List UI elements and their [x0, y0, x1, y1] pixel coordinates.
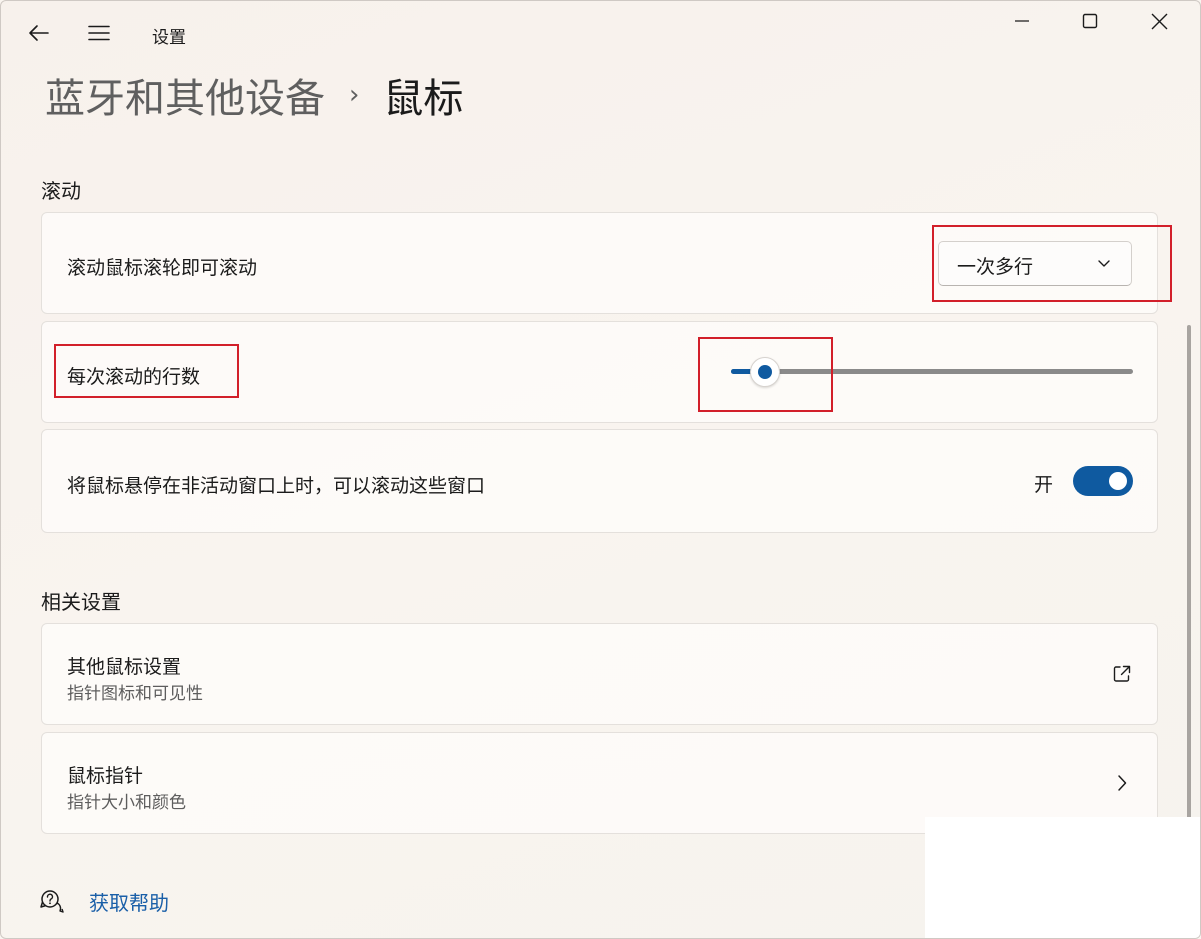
toggle-knob	[1109, 472, 1127, 490]
related-item-subtitle: 指针图标和可见性	[67, 684, 203, 704]
hamburger-menu-icon	[88, 25, 110, 41]
highlight-box-slider	[698, 337, 833, 412]
get-help-label: 获取帮助	[89, 890, 169, 915]
breadcrumb-separator: ›	[349, 80, 360, 110]
back-button[interactable]	[19, 13, 59, 53]
help-chat-icon	[40, 890, 64, 913]
chevron-right-icon	[1118, 775, 1127, 791]
maximize-icon	[1082, 13, 1098, 29]
maximize-button[interactable]	[1056, 1, 1124, 41]
inactive-window-scroll-label: 将鼠标悬停在非活动窗口上时，可以滚动这些窗口	[67, 475, 486, 497]
overlay-block	[925, 817, 1200, 938]
scrollbar-thumb[interactable]	[1187, 325, 1191, 819]
inactive-window-scroll-toggle[interactable]	[1073, 466, 1133, 496]
scroll-wheel-label: 滚动鼠标滚轮即可滚动	[67, 257, 258, 279]
minimize-icon	[1015, 20, 1029, 22]
section-title-scrolling: 滚动	[41, 179, 81, 203]
page-title: 鼠标	[383, 76, 464, 122]
setting-row-inactive-window-scroll: 将鼠标悬停在非活动窗口上时，可以滚动这些窗口	[41, 429, 1158, 533]
highlight-box-dropdown	[932, 225, 1172, 302]
breadcrumb-parent-link[interactable]: 蓝牙和其他设备	[45, 66, 325, 124]
get-help-link[interactable]: 获取帮助	[39, 885, 169, 917]
arrow-left-icon	[29, 25, 49, 41]
related-item-title: 其他鼠标设置	[67, 656, 182, 678]
open-external-icon	[1113, 665, 1131, 682]
settings-window: 设置 蓝牙和其他设备 › 鼠标 滚动 滚动鼠标滚轮即可滚动 一次多行 每次滚动的…	[0, 0, 1201, 939]
navigation-menu-button[interactable]	[79, 13, 119, 53]
close-icon	[1151, 13, 1167, 29]
toggle-state-label: 开	[1034, 474, 1054, 496]
related-item-additional-mouse-settings[interactable]: 其他鼠标设置 指针图标和可见性	[41, 623, 1158, 725]
title-bar: 设置	[1, 1, 1200, 61]
close-button[interactable]	[1125, 1, 1193, 41]
app-title: 设置	[152, 28, 186, 48]
related-item-title: 鼠标指针	[67, 765, 144, 787]
related-item-subtitle: 指针大小和颜色	[67, 793, 186, 813]
minimize-button[interactable]	[988, 1, 1056, 41]
highlight-box-lines-label	[54, 344, 239, 398]
breadcrumb: 蓝牙和其他设备 › 鼠标	[45, 67, 463, 123]
section-title-related: 相关设置	[41, 590, 121, 614]
